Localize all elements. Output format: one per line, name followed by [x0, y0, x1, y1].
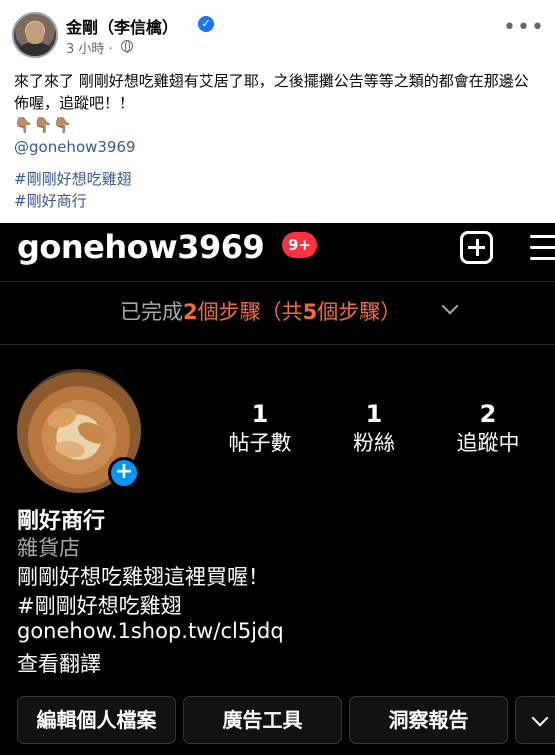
stat-posts[interactable]: 1 帖子數 [205, 399, 315, 457]
post-body-text: 來了來了 剛剛好想吃雞翅有艾居了耶，之後擺攤公告等等之類的都會在那邊公佈喔，追蹤… [14, 72, 529, 112]
add-story-icon[interactable]: + [108, 457, 140, 489]
chevron-down-icon[interactable] [441, 297, 459, 315]
profile-completion-bar[interactable]: 已完成2個步驟（共5個步驟） [0, 281, 555, 345]
menu-icon[interactable] [530, 235, 555, 261]
notification-badge: 9+ [282, 232, 318, 258]
more-options-icon[interactable]: ••• [503, 17, 545, 39]
see-translation-link[interactable]: 查看翻譯 [17, 648, 101, 678]
globe-icon [121, 40, 133, 53]
bio-website-link[interactable]: gonehow.1shop.tw/cl5jdq [17, 619, 284, 643]
handle-link[interactable]: @gonehow3969 [14, 138, 136, 156]
pointing-down-emoji: 👇🏽👇🏽👇🏽 [14, 116, 74, 134]
instagram-profile-screenshot: gonehow3969 9+ 已完成2個步驟（共5個步驟） + 1 帖子數 1 … [0, 223, 555, 755]
verified-badge-icon: ✓ [198, 16, 214, 32]
ad-tools-button[interactable]: 廣告工具 [183, 696, 342, 744]
hashtag-link[interactable]: #剛好商行 [14, 190, 87, 211]
profile-steps-text: 已完成2個步驟（共5個步驟） [120, 300, 402, 324]
profile-category: 雜貨店 [17, 536, 80, 560]
suggested-accounts-chevron-icon[interactable] [515, 696, 555, 744]
bio-hashtag[interactable]: #剛剛好想吃雞翅 [17, 590, 182, 620]
bio-line: 剛剛好想吃雞翅這裡買喔！ [17, 565, 269, 589]
insights-button[interactable]: 洞察報告 [349, 696, 508, 744]
facebook-post: 金剛（李信檎） ✓ 3 小時 · ••• 來了來了 剛剛好想吃雞翅有艾居了耶，之… [0, 0, 555, 223]
create-post-icon[interactable] [460, 231, 493, 264]
hashtag-link[interactable]: #剛剛好想吃雞翅 [14, 168, 132, 189]
author-name[interactable]: 金剛（李信檎） [66, 14, 178, 38]
author-avatar[interactable] [12, 12, 58, 58]
stat-followers[interactable]: 1 粉絲 [319, 399, 429, 457]
stat-following[interactable]: 2 追蹤中 [433, 399, 543, 457]
post-timestamp[interactable]: 3 小時 · [66, 38, 113, 57]
edit-profile-button[interactable]: 編輯個人檔案 [17, 696, 176, 744]
profile-username[interactable]: gonehow3969 [17, 228, 265, 266]
display-name: 剛好商行 [17, 509, 106, 534]
